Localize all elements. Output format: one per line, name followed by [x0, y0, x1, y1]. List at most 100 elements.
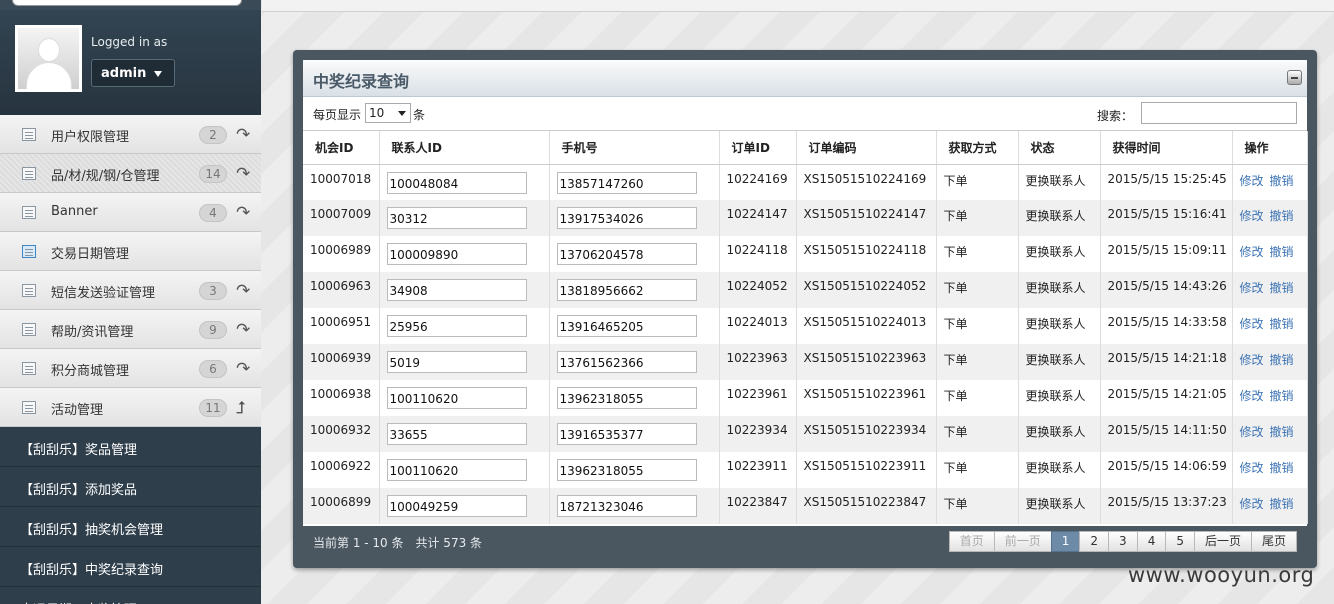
table-cell: XS15051510223963	[796, 344, 937, 380]
expand-arrow-icon[interactable]: ↷	[236, 203, 250, 223]
revoke-link[interactable]: 撤销	[1270, 209, 1294, 223]
edit-link[interactable]: 修改	[1240, 461, 1264, 475]
table-cell: XS15051510223934	[796, 416, 937, 452]
table-cell: 10223911	[719, 452, 797, 488]
column-header[interactable]: 联系人ID	[379, 131, 550, 165]
per-page-value: 10	[369, 106, 385, 120]
expand-arrow-icon[interactable]: ↷	[236, 359, 250, 379]
search-input[interactable]	[1141, 102, 1297, 124]
revoke-link[interactable]: 撤销	[1270, 281, 1294, 295]
contact-id-input[interactable]: 34908	[386, 279, 527, 301]
actions-cell: 修改 撤销	[1232, 272, 1308, 308]
expand-arrow-icon[interactable]: ↷	[236, 164, 250, 184]
phone-input[interactable]: 13962318055	[556, 387, 697, 409]
edit-link[interactable]: 修改	[1240, 317, 1264, 331]
submenu-item-tuesday-prize[interactable]: 大运星期二大奖管理	[0, 587, 261, 604]
sidebar-item-banner[interactable]: Banner 4 ↷	[0, 193, 261, 232]
revoke-link[interactable]: 撤销	[1270, 425, 1294, 439]
column-header[interactable]: 获取方式	[936, 131, 1019, 165]
edit-link[interactable]: 修改	[1240, 389, 1264, 403]
sidebar-item-sms-verify[interactable]: 短信发送验证管理 3 ↷	[0, 271, 261, 310]
revoke-link[interactable]: 撤销	[1270, 353, 1294, 367]
cell-input-wrapper: 13818956662	[549, 272, 720, 308]
phone-input[interactable]: 13917534026	[556, 207, 697, 229]
sidebar-item-label: 品/材/规/钢/仓管理	[51, 169, 160, 184]
table-cell: 10006939	[303, 344, 380, 380]
user-dropdown-button[interactable]: admin	[91, 59, 175, 87]
submenu-item-draw-chances[interactable]: 【刮刮乐】抽奖机会管理	[0, 507, 261, 547]
pager-page[interactable]: 2	[1079, 531, 1110, 552]
edit-link[interactable]: 修改	[1240, 174, 1264, 188]
revoke-link[interactable]: 撤销	[1270, 461, 1294, 475]
column-header[interactable]: 手机号	[549, 131, 720, 165]
contact-id-input[interactable]: 100009890	[386, 243, 527, 265]
revoke-link[interactable]: 撤销	[1270, 174, 1294, 188]
table-cell: 2015/5/15 14:11:50	[1100, 416, 1233, 452]
contact-id-input[interactable]: 100110620	[386, 459, 527, 481]
cell-input-wrapper: 30312	[379, 200, 550, 236]
top-search-pill[interactable]	[12, 0, 242, 6]
phone-input[interactable]: 13818956662	[556, 279, 697, 301]
contact-id-input[interactable]: 33655	[386, 423, 527, 445]
phone-input[interactable]: 13962318055	[556, 459, 697, 481]
contact-id-input[interactable]: 100049259	[386, 495, 527, 517]
phone-input[interactable]: 13916465205	[556, 315, 697, 337]
table-cell: 10006963	[303, 272, 380, 308]
column-header[interactable]: 操作	[1232, 131, 1308, 165]
revoke-link[interactable]: 撤销	[1270, 497, 1294, 511]
sidebar-item-points-mall[interactable]: 积分商城管理 6 ↷	[0, 349, 261, 388]
sidebar-item-help-news[interactable]: 帮助/资讯管理 9 ↷	[0, 310, 261, 349]
column-header[interactable]: 订单编码	[796, 131, 937, 165]
revoke-link[interactable]: 撤销	[1270, 389, 1294, 403]
edit-link[interactable]: 修改	[1240, 425, 1264, 439]
column-header[interactable]: 机会ID	[303, 131, 380, 165]
phone-input[interactable]: 13857147260	[556, 171, 697, 194]
sidebar-item-trade-dates[interactable]: 交易日期管理	[0, 232, 261, 271]
pager-first[interactable]: 首页	[948, 531, 995, 552]
pager-next[interactable]: 后一页	[1193, 531, 1252, 552]
phone-input[interactable]: 13761562366	[556, 351, 697, 373]
contact-id-input[interactable]: 100110620	[386, 387, 527, 409]
per-page-select[interactable]: 10	[365, 103, 411, 123]
sidebar-item-activities[interactable]: 活动管理 11 ⮥	[0, 388, 261, 427]
contact-id-input[interactable]: 5019	[386, 351, 527, 373]
collapse-arrow-icon[interactable]: ⮥	[236, 398, 246, 418]
column-header[interactable]: 订单ID	[719, 131, 797, 165]
revoke-link[interactable]: 撤销	[1270, 245, 1294, 259]
submenu-item-winning-records[interactable]: 【刮刮乐】中奖纪录查询	[0, 547, 261, 587]
table-cell: 2015/5/15 13:37:23	[1100, 488, 1233, 524]
pager-prev[interactable]: 前一页	[993, 531, 1052, 552]
collapse-icon[interactable]	[1287, 70, 1302, 85]
sidebar-item-user-permissions[interactable]: 用户权限管理 2 ↷	[0, 115, 261, 154]
expand-arrow-icon[interactable]: ↷	[236, 125, 250, 145]
phone-input[interactable]: 18721323046	[556, 495, 697, 517]
phone-input[interactable]: 13916535377	[556, 423, 697, 445]
sidebar-item-label: 短信发送验证管理	[51, 286, 156, 301]
pager-page[interactable]: 4	[1136, 531, 1167, 552]
submenu-item-prize-management[interactable]: 【刮刮乐】奖品管理	[0, 427, 261, 467]
table-cell: 下单	[936, 344, 1019, 380]
table-cell: 更换联系人	[1018, 452, 1101, 488]
pager-page-current[interactable]: 1	[1050, 531, 1081, 552]
contact-id-input[interactable]: 25956	[386, 315, 527, 337]
edit-link[interactable]: 修改	[1240, 497, 1264, 511]
contact-id-input[interactable]: 30312	[386, 207, 527, 229]
revoke-link[interactable]: 撤销	[1270, 317, 1294, 331]
edit-link[interactable]: 修改	[1240, 353, 1264, 367]
pager-page[interactable]: 5	[1165, 531, 1195, 552]
column-header[interactable]: 获得时间	[1100, 131, 1233, 165]
sidebar-item-products[interactable]: 品/材/规/钢/仓管理 14 ↷	[0, 154, 261, 193]
column-header[interactable]: 状态	[1018, 131, 1101, 165]
edit-link[interactable]: 修改	[1240, 281, 1264, 295]
edit-link[interactable]: 修改	[1240, 209, 1264, 223]
caret-down-icon	[398, 111, 406, 116]
edit-link[interactable]: 修改	[1240, 245, 1264, 259]
expand-arrow-icon[interactable]: ↷	[236, 320, 250, 340]
pager-page[interactable]: 3	[1108, 531, 1138, 552]
phone-input[interactable]: 13706204578	[556, 243, 697, 265]
expand-arrow-icon[interactable]: ↷	[236, 281, 250, 301]
submenu-item-add-prize[interactable]: 【刮刮乐】添加奖品	[0, 467, 261, 507]
contact-id-input[interactable]: 100048084	[386, 171, 527, 194]
pager-last[interactable]: 尾页	[1250, 531, 1297, 552]
table-cell: 10006951	[303, 308, 380, 344]
